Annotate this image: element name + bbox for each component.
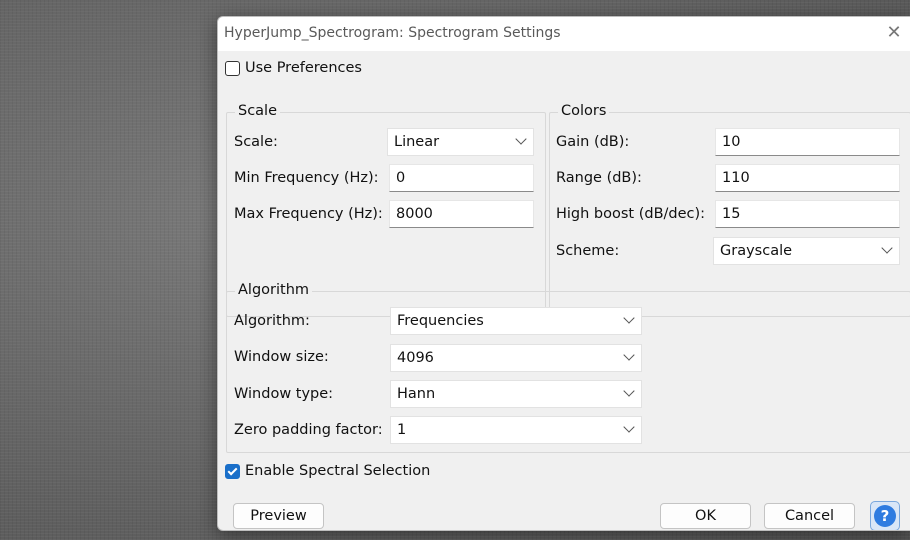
algorithm-select-value: Frequencies (397, 313, 484, 329)
cancel-button[interactable]: Cancel (764, 503, 855, 529)
range-input[interactable]: 110 (715, 164, 900, 192)
colors-group-legend: Colors (558, 103, 610, 119)
chevron-down-icon (623, 421, 635, 433)
help-icon: ? (874, 505, 896, 527)
dialog-content: Use Preferences Scale Scale: Linear Min … (223, 54, 910, 530)
scale-select[interactable]: Linear (387, 128, 534, 156)
window-title: HyperJump_Spectrogram: Spectrogram Setti… (224, 25, 561, 41)
window-size-select[interactable]: 4096 (390, 344, 642, 372)
close-icon[interactable]: ✕ (883, 22, 905, 44)
gain-input[interactable]: 10 (715, 128, 900, 156)
min-frequency-label: Min Frequency (Hz): (234, 170, 379, 186)
help-button[interactable]: ? (870, 501, 900, 530)
enable-spectral-selection-checkbox[interactable]: Enable Spectral Selection (225, 463, 430, 479)
enable-spectral-selection-label: Enable Spectral Selection (245, 463, 431, 479)
high-boost-label: High boost (dB/dec): (556, 206, 706, 222)
scale-group-legend: Scale (235, 103, 281, 119)
high-boost-input[interactable]: 15 (715, 200, 900, 228)
chevron-down-icon (881, 242, 893, 254)
algorithm-group-legend: Algorithm (235, 282, 313, 298)
max-frequency-input[interactable]: 8000 (389, 200, 534, 228)
algorithm-select[interactable]: Frequencies (390, 307, 642, 335)
scheme-label: Scheme: (556, 243, 620, 259)
checkmark-icon[interactable] (225, 463, 240, 479)
zero-padding-select-value: 1 (397, 422, 407, 438)
ok-button[interactable]: OK (660, 503, 751, 529)
chevron-down-icon (623, 312, 635, 324)
min-frequency-input[interactable]: 0 (389, 164, 534, 192)
window-type-label: Window type: (234, 386, 334, 402)
window-size-select-value: 4096 (397, 350, 434, 366)
range-label: Range (dB): (556, 170, 642, 186)
window-type-select[interactable]: Hann (390, 380, 642, 408)
use-preferences-checkbox[interactable]: Use Preferences (225, 60, 362, 76)
use-preferences-label: Use Preferences (245, 60, 362, 76)
scheme-select[interactable]: Grayscale (713, 237, 900, 265)
max-frequency-label: Max Frequency (Hz): (234, 206, 383, 222)
window-type-select-value: Hann (397, 386, 436, 402)
preview-button[interactable]: Preview (233, 503, 324, 529)
chevron-down-icon (623, 349, 635, 361)
algorithm-label: Algorithm: (234, 313, 310, 329)
zero-padding-label: Zero padding factor: (234, 422, 383, 438)
chevron-down-icon (623, 385, 635, 397)
window-size-label: Window size: (234, 349, 329, 365)
scale-select-value: Linear (394, 134, 440, 150)
chevron-down-icon (515, 133, 527, 145)
spectrogram-settings-dialog: HyperJump_Spectrogram: Spectrogram Setti… (217, 16, 910, 531)
zero-padding-select[interactable]: 1 (390, 416, 642, 444)
scale-label: Scale: (234, 134, 278, 150)
title-bar[interactable]: HyperJump_Spectrogram: Spectrogram Setti… (218, 17, 910, 51)
use-preferences-checkbox-box[interactable] (225, 60, 240, 76)
gain-label: Gain (dB): (556, 134, 630, 150)
scheme-select-value: Grayscale (720, 243, 793, 259)
